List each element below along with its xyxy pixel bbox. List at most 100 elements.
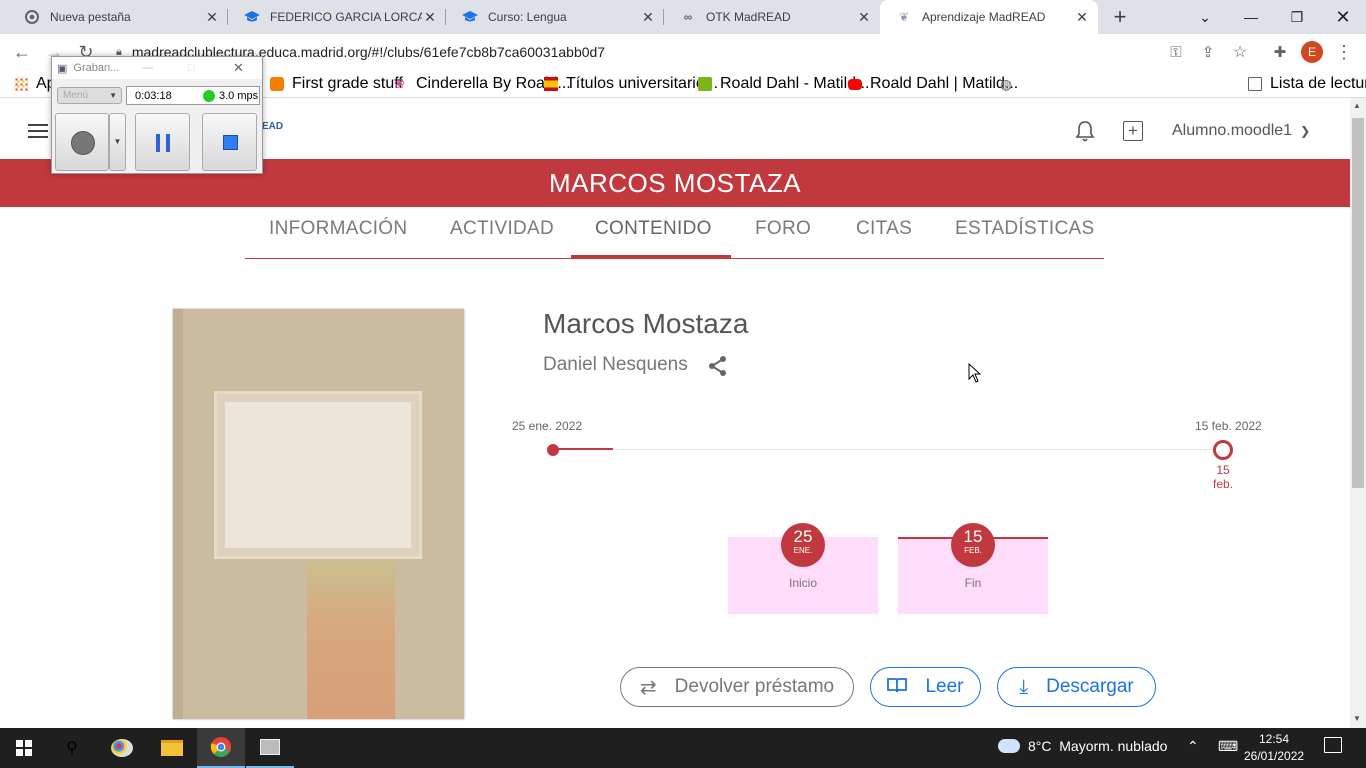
browser-tab[interactable]: Nueva pestaña ✕ [8,0,228,34]
flower-icon: ❀ [394,76,405,91]
tray-chevron-icon[interactable]: ⌃ [1187,738,1199,755]
timeline-end-marker [1213,440,1233,460]
start-date-badge: 25 ENE. [781,523,825,567]
reading-list-icon [1248,77,1262,91]
bookmark-apps[interactable]: Ap [14,75,56,92]
reading-list[interactable]: Lista de lectura [1248,75,1366,92]
recorder-status: 0:03:18 3.0 mps [126,86,260,105]
madread-icon: ❦ [898,10,910,24]
search-icon[interactable]: ⚲ [48,728,96,768]
user-menu[interactable]: Alumno.moodle1 ❯ [1172,122,1310,140]
key-icon[interactable]: ⚿ [1164,40,1188,64]
address-bar[interactable]: 🔒︎ madreadclublectura.educa.madrid.org/#… [108,40,1258,64]
book-cover[interactable] [173,309,464,719]
madread-logo[interactable]: EAD [262,121,283,132]
timeline-start-date: 25 ene. 2022 [512,419,583,433]
close-tab-icon[interactable]: ✕ [1074,9,1090,25]
tab-contenido[interactable]: CONTENIDO [595,218,712,240]
hamburger-menu-icon[interactable] [28,121,48,141]
restore-icon[interactable]: ❐ [1274,0,1320,34]
extensions-icon[interactable]: ✚ [1268,40,1292,64]
browser-tab[interactable]: FEDERICO GARCIA LORCA ✕ [228,0,446,34]
pause-button[interactable] [135,113,190,171]
youtube-icon [848,78,862,90]
open-book-icon [887,676,908,699]
tab-citas[interactable]: CITAS [856,218,912,240]
bookmark-item[interactable]: First grade stuff [270,75,403,92]
download-icon: ⤓ [1019,675,1029,698]
bookmark-item[interactable]: Roald Dahl - Matild... [698,75,869,92]
recorder-menu-select[interactable]: Menú ▼ [57,87,122,104]
close-tab-icon[interactable]: ✕ [204,9,220,25]
cloud-icon [998,739,1020,753]
read-button[interactable]: Leer [870,667,981,707]
share-icon[interactable] [707,355,729,377]
bell-icon[interactable] [1074,119,1096,143]
close-tab-icon[interactable]: ✕ [640,9,656,25]
add-box-icon[interactable]: + [1123,121,1143,141]
weather-widget[interactable]: 8°C Mayorm. nublado [998,738,1167,754]
back-icon[interactable]: ← [10,40,34,64]
scrollbar-thumb[interactable] [1352,118,1364,488]
mouse-cursor-icon [968,362,982,388]
record-button[interactable] [55,113,109,171]
record-options-icon[interactable]: ▼ [109,113,126,171]
record-dot-icon [71,131,95,155]
book-author: Daniel Nesquens [543,354,688,375]
chrome-taskbar-icon[interactable] [197,728,245,768]
browser-tab[interactable]: Curso: Lengua ✕ [446,0,664,34]
tab-actividad[interactable]: ACTIVIDAD [450,218,554,240]
timeline-track [553,449,1223,450]
swap-arrows-icon: ⇄ [639,676,657,699]
close-icon[interactable]: ✕ [233,60,244,76]
tab-foro[interactable]: FORO [755,218,811,240]
globe-icon[interactable]: ◍ [1000,76,1012,92]
scroll-down-icon[interactable]: ▼ [1353,714,1361,723]
timeline-end-day: 15 [1216,463,1230,477]
bookmark-item[interactable]: Títulos universitario... [544,75,718,92]
dropdown-arrow-icon: ▼ [109,91,117,100]
windows-start-icon[interactable] [0,728,48,768]
book-title: Marcos Mostaza [543,308,749,339]
tab-informacion[interactable]: INFORMACIÓN [269,218,407,240]
browser-tab[interactable]: ∞ OTK MadREAD ✕ [664,0,880,34]
file-explorer-icon[interactable] [148,728,196,768]
minimize-icon[interactable]: — [1228,0,1274,34]
star-icon[interactable]: ☆ [1228,40,1252,64]
restore-icon[interactable]: □ [188,62,195,74]
tab-estadisticas[interactable]: ESTADÍSTICAS [955,218,1094,240]
profile-avatar[interactable]: E [1301,41,1323,63]
active-tab-indicator [571,255,731,258]
apps-grid-icon [14,77,28,91]
spain-shield-icon [544,77,558,91]
chrome-icon [24,9,40,25]
close-tab-icon[interactable]: ✕ [422,9,438,25]
notification-center-icon[interactable] [1324,737,1342,753]
close-window-icon[interactable]: ✕ [1320,0,1366,34]
graduation-cap-icon [244,9,260,25]
tab-search-icon[interactable]: ⌄ [1182,0,1228,34]
clock[interactable]: 12:54 26/01/2022 [1244,731,1304,765]
stop-button[interactable] [202,113,257,171]
scroll-up-icon[interactable]: ▲ [1353,101,1361,110]
recorder-window[interactable]: ▣ Graban... — □ ✕ Menú ▼ 0:03:18 3.0 mps … [51,56,263,174]
recorder-app-icon: ▣ [57,62,68,75]
graduation-cap-icon [462,9,478,25]
paint-icon[interactable] [98,728,146,768]
input-method-icon[interactable]: ⌨ [1218,738,1238,755]
download-button[interactable]: ⤓ Descargar [997,667,1156,707]
return-loan-button[interactable]: ⇄ Devolver préstamo [620,667,854,707]
timeline-start-dot [547,444,559,456]
close-tab-icon[interactable]: ✕ [856,9,872,25]
start-card-label: Inicio [788,576,817,590]
bookmark-item[interactable]: Roald Dahl | Matild... [848,75,1018,92]
recorder-taskbar-icon[interactable] [246,728,294,768]
browser-tab-active[interactable]: ❦ Aprendizaje MadREAD ✕ [880,0,1098,34]
minimize-icon[interactable]: — [142,62,153,74]
share-icon[interactable]: ⇪ [1196,40,1220,64]
new-tab-button[interactable]: + [1108,4,1132,29]
kebab-menu-icon[interactable]: ⋮ [1332,40,1356,64]
stop-icon [223,135,238,150]
chevron-down-icon: ❯ [1300,124,1311,138]
book-green-icon [698,77,712,91]
